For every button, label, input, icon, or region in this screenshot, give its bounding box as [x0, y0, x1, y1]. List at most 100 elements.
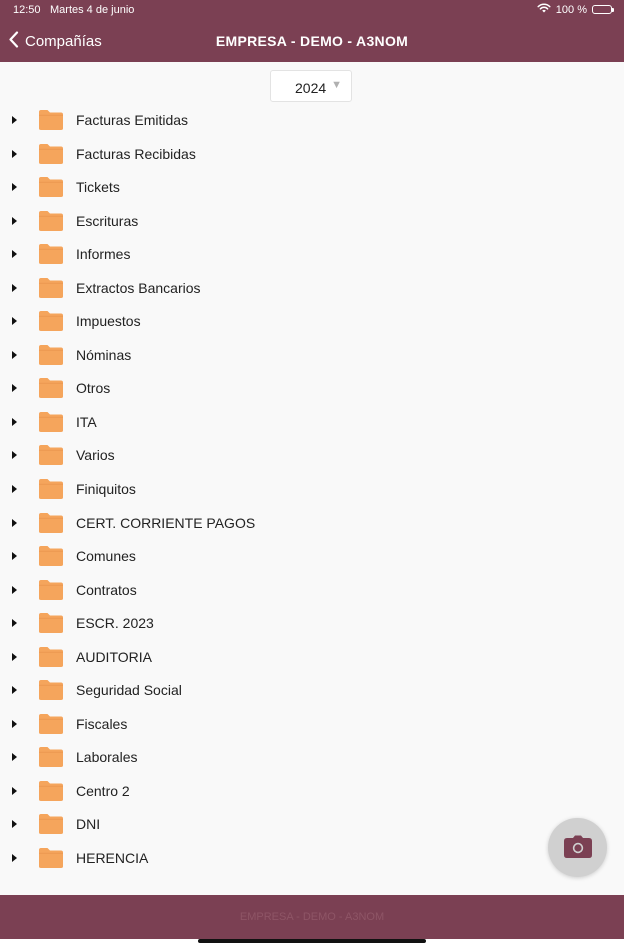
- folder-row[interactable]: Fiscales: [0, 707, 624, 741]
- folder-row[interactable]: ITA: [0, 405, 624, 439]
- expand-arrow-icon[interactable]: [12, 317, 17, 326]
- folder-label: Finiquitos: [76, 481, 136, 498]
- folder-icon: [39, 344, 63, 365]
- folder-label: Extractos Bancarios: [76, 279, 201, 296]
- folder-row[interactable]: Nóminas: [0, 338, 624, 372]
- wifi-icon: [537, 3, 551, 16]
- folder-label: Contratos: [76, 581, 137, 598]
- folder-label: DNI: [76, 816, 101, 833]
- folder-row[interactable]: Comunes: [0, 539, 624, 573]
- folder-icon: [39, 143, 63, 164]
- expand-arrow-icon[interactable]: [12, 417, 17, 426]
- year-dropdown[interactable]: 2024 ▼: [270, 70, 352, 102]
- expand-arrow-icon[interactable]: [12, 350, 17, 359]
- folder-label: Otros: [76, 380, 111, 397]
- folder-icon: [39, 546, 63, 567]
- folder-row[interactable]: AUDITORIA: [0, 640, 624, 674]
- folder-label: HERENCIA: [76, 850, 149, 867]
- folder-icon: [39, 110, 63, 130]
- folder-icon: [39, 613, 63, 634]
- folder-row[interactable]: Impuestos: [0, 304, 624, 338]
- folder-row[interactable]: Otros: [0, 371, 624, 405]
- folder-row[interactable]: Escrituras: [0, 204, 624, 238]
- folder-label: CERT. CORRIENTE PAGOS: [76, 514, 256, 531]
- expand-arrow-icon[interactable]: [12, 552, 17, 561]
- folder-row[interactable]: Tickets: [0, 170, 624, 204]
- folder-row[interactable]: Laborales: [0, 740, 624, 774]
- expand-arrow-icon[interactable]: [12, 786, 17, 795]
- battery-percent: 100 %: [555, 3, 587, 16]
- expand-arrow-icon[interactable]: [12, 585, 17, 594]
- expand-arrow-icon[interactable]: [12, 652, 17, 661]
- folder-row[interactable]: ESCR. 2023: [0, 606, 624, 640]
- folder-row[interactable]: Finiquitos: [0, 472, 624, 506]
- folder-icon: [39, 780, 63, 801]
- expand-arrow-icon[interactable]: [12, 451, 17, 460]
- folder-icon: [39, 579, 63, 600]
- expand-arrow-icon[interactable]: [12, 485, 17, 494]
- folder-row[interactable]: Varios: [0, 438, 624, 472]
- folder-icon: [39, 512, 63, 533]
- expand-arrow-icon[interactable]: [12, 686, 17, 695]
- folder-row[interactable]: Seguridad Social: [0, 673, 624, 707]
- camera-icon: [564, 835, 592, 858]
- folder-row[interactable]: Informes: [0, 237, 624, 271]
- folder-row[interactable]: Facturas Recibidas: [0, 137, 624, 171]
- status-date: Martes 4 de junio: [50, 4, 135, 16]
- expand-arrow-icon[interactable]: [12, 116, 17, 124]
- status-bar: 12:50 Martes 4 de junio 100 %: [0, 0, 624, 20]
- expand-arrow-icon[interactable]: [12, 619, 17, 628]
- folder-label: Fiscales: [76, 715, 128, 732]
- folder-icon: [39, 244, 63, 265]
- folder-label: Nóminas: [76, 346, 132, 363]
- folder-icon: [39, 277, 63, 298]
- expand-arrow-icon[interactable]: [12, 719, 17, 728]
- year-dropdown-value: 2024: [295, 80, 327, 96]
- navigation-bar: Compañías EMPRESA - DEMO - A3NOM: [0, 22, 624, 62]
- expand-arrow-icon[interactable]: [12, 518, 17, 527]
- folder-icon: [39, 445, 63, 466]
- expand-arrow-icon[interactable]: [12, 753, 17, 762]
- expand-arrow-icon[interactable]: [12, 216, 17, 225]
- expand-arrow-icon[interactable]: [12, 250, 17, 259]
- folder-label: AUDITORIA: [76, 648, 152, 665]
- expand-arrow-icon[interactable]: [12, 283, 17, 292]
- folder-label: Facturas Recibidas: [76, 145, 196, 162]
- folder-tree: Facturas Emitidas Facturas Recibidas Ticke…: [0, 103, 624, 875]
- folder-icon: [39, 210, 63, 231]
- expand-arrow-icon[interactable]: [12, 820, 17, 829]
- expand-arrow-icon[interactable]: [12, 183, 17, 192]
- folder-icon: [39, 646, 63, 667]
- folder-icon: [39, 378, 63, 399]
- folder-label: Informes: [76, 246, 131, 263]
- caret-down-icon: ▼: [331, 79, 342, 91]
- folder-label: Escrituras: [76, 212, 139, 229]
- folder-icon: [39, 311, 63, 332]
- folder-label: Varios: [76, 447, 115, 464]
- page-title: EMPRESA - DEMO - A3NOM: [215, 33, 409, 49]
- folder-icon: [39, 479, 63, 500]
- folder-label: Laborales: [76, 749, 138, 766]
- expand-arrow-icon[interactable]: [12, 854, 17, 863]
- folder-row[interactable]: CERT. CORRIENTE PAGOS: [0, 506, 624, 540]
- home-indicator[interactable]: [198, 939, 426, 943]
- folder-row[interactable]: Contratos: [0, 573, 624, 607]
- folder-label: ESCR. 2023: [76, 615, 154, 632]
- folder-row[interactable]: HERENCIA: [0, 841, 624, 875]
- folder-row[interactable]: Extractos Bancarios: [0, 271, 624, 305]
- camera-button[interactable]: [548, 818, 607, 877]
- folder-label: Comunes: [76, 548, 136, 565]
- expand-arrow-icon[interactable]: [12, 384, 17, 393]
- folder-label: Centro 2: [76, 782, 130, 799]
- expand-arrow-icon[interactable]: [12, 149, 17, 158]
- footer-company-name: EMPRESA - DEMO - A3NOM: [239, 911, 385, 923]
- battery-icon: [592, 5, 614, 14]
- footer-bar: EMPRESA - DEMO - A3NOM: [0, 895, 624, 939]
- folder-row[interactable]: Facturas Emitidas: [0, 103, 624, 137]
- folder-icon: [39, 680, 63, 701]
- folder-icon: [39, 411, 63, 432]
- folder-icon: [39, 848, 63, 869]
- folder-row[interactable]: DNI: [0, 807, 624, 841]
- folder-row[interactable]: Centro 2: [0, 774, 624, 808]
- app-screen: 12:50 Martes 4 de junio 100 % Compañías …: [0, 0, 624, 950]
